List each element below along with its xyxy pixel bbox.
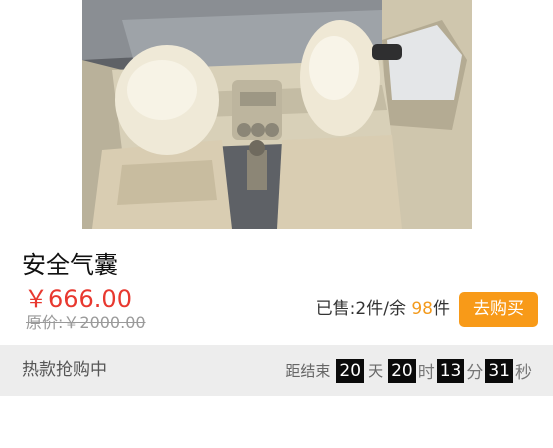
countdown-days-unit: 天 [368,362,384,380]
buy-button[interactable]: 去购买 [459,292,538,327]
countdown-prefix: 距结束 [285,362,331,380]
car-interior-airbag-photo [82,0,472,229]
countdown-minutes: 13 [436,358,465,383]
sold-count: 2件 [355,299,384,319]
product-image [82,0,472,229]
countdown-hours-unit: 时 [417,363,435,383]
current-price: ￥666.00 [24,285,132,313]
countdown-minutes-unit: 分 [466,363,484,383]
sold-label: 已售: [315,299,356,319]
countdown-seconds-unit: 秒 [515,363,532,383]
sales-stock-info: 已售:2件/余 98件 [316,297,450,321]
stock-unit: 件 [433,299,450,319]
countdown-timer: 距结束 20 天 20 时 13 分 31 秒 [285,345,532,396]
product-title: 安全气囊 [22,251,118,279]
stock-label: /余 [383,299,412,319]
countdown-days: 20 [336,358,365,383]
flash-sale-label: 热款抢购中 [22,360,107,380]
countdown-seconds: 31 [485,358,513,383]
original-price: 原价:￥2000.00 [26,313,146,332]
stock-count: 98 [411,299,433,319]
flash-sale-bar: 热款抢购中 距结束 20 天 20 时 13 分 31 秒 [0,345,553,396]
countdown-hours: 20 [388,358,416,383]
